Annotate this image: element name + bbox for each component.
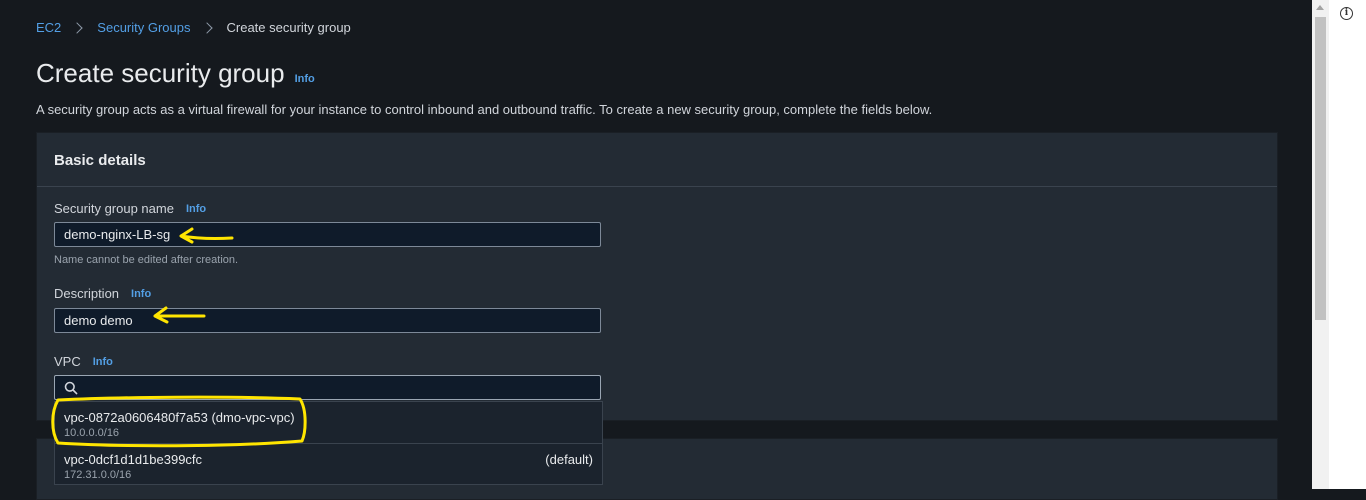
vpc-dropdown-list: vpc-0872a0606480f7a53 (dmo-vpc-vpc) 10.0… xyxy=(54,401,603,485)
page-title: Create security group xyxy=(36,58,285,88)
breadcrumb-ec2-link[interactable]: EC2 xyxy=(36,20,61,35)
name-hint: Name cannot be edited after creation. xyxy=(54,254,239,266)
search-icon xyxy=(64,381,78,394)
vpc-option-cidr: 10.0.0.0/16 xyxy=(64,427,120,439)
vpc-label: VPC xyxy=(54,354,81,369)
vpc-field-label: VPC Info xyxy=(54,354,113,369)
vpc-option[interactable]: vpc-0dcf1d1d1be399cfc 172.31.0.0/16 (def… xyxy=(55,444,602,485)
name-field-label: Security group name Info xyxy=(54,201,206,216)
vpc-option-id: vpc-0dcf1d1d1be399cfc xyxy=(64,452,203,467)
description-input[interactable]: demo demo xyxy=(54,308,601,333)
scrollbar-thumb[interactable] xyxy=(1315,17,1326,320)
name-label: Security group name xyxy=(54,201,174,216)
name-info-link[interactable]: Info xyxy=(186,203,206,215)
info-circle-icon[interactable]: i xyxy=(1340,7,1353,20)
panel-heading: Basic details xyxy=(54,152,146,169)
description-value: demo demo xyxy=(64,313,133,328)
page-header: Create security group Info xyxy=(36,58,315,89)
vpc-info-link[interactable]: Info xyxy=(93,356,113,368)
vpc-option-tag: (default) xyxy=(545,452,593,467)
chevron-right-icon xyxy=(71,21,83,34)
scroll-up-arrow-icon[interactable] xyxy=(1316,5,1324,10)
help-panel-rail: i xyxy=(1329,0,1366,489)
panel-header: Basic details xyxy=(37,133,1277,187)
chevron-right-icon xyxy=(200,21,213,34)
description-info-link[interactable]: Info xyxy=(131,288,151,300)
page-scrollbar[interactable] xyxy=(1312,0,1329,489)
breadcrumb-current: Create security group xyxy=(226,20,351,35)
page-info-link[interactable]: Info xyxy=(295,73,315,85)
vpc-option-cidr: 172.31.0.0/16 xyxy=(64,469,132,481)
page-description: A security group acts as a virtual firew… xyxy=(36,102,933,117)
vpc-search-input[interactable] xyxy=(54,375,601,400)
vpc-option[interactable]: vpc-0872a0606480f7a53 (dmo-vpc-vpc) 10.0… xyxy=(55,402,602,444)
description-field-label: Description Info xyxy=(54,286,151,301)
breadcrumb: EC2 Security Groups Create security grou… xyxy=(36,20,351,35)
security-group-name-value: demo-nginx-LB-sg xyxy=(64,227,171,242)
breadcrumb-security-groups-link[interactable]: Security Groups xyxy=(97,20,190,35)
vpc-option-id: vpc-0872a0606480f7a53 (dmo-vpc-vpc) xyxy=(64,410,295,425)
description-label: Description xyxy=(54,286,120,301)
security-group-name-input[interactable]: demo-nginx-LB-sg xyxy=(54,222,601,247)
